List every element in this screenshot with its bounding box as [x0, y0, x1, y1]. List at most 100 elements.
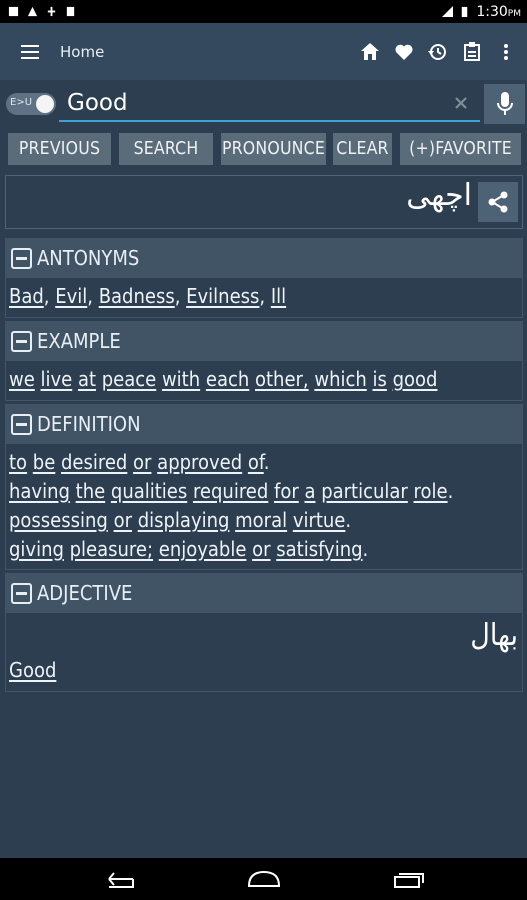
language-toggle[interactable]: E>U: [6, 93, 56, 115]
history-icon: [428, 43, 446, 60]
history-button[interactable]: [422, 32, 453, 72]
section-title: EXAMPLE: [37, 329, 121, 353]
definition-word[interactable]: approved: [157, 450, 242, 474]
voice-input-button[interactable]: [484, 84, 525, 124]
definition-word[interactable]: qualities: [111, 479, 187, 503]
definition-word[interactable]: or: [252, 537, 270, 561]
definition-word[interactable]: or: [133, 450, 151, 474]
usb-icon: [47, 6, 56, 17]
share-button[interactable]: [478, 182, 518, 222]
definition-line: to be desired or approved of.: [9, 450, 270, 474]
definition-word[interactable]: or: [114, 508, 132, 532]
antonym-link[interactable]: Ill: [271, 284, 286, 308]
battery-icon: [462, 6, 468, 17]
signal-icon: [442, 6, 454, 17]
definition-word[interactable]: virtue: [293, 508, 346, 532]
back-icon[interactable]: [103, 869, 135, 889]
definition-line: possessing or displaying moral virtue.: [9, 508, 352, 532]
antonym-link[interactable]: Evil: [55, 284, 87, 308]
definition-word[interactable]: enjoyable: [159, 537, 247, 561]
definition-word[interactable]: giving: [9, 537, 64, 561]
search-input[interactable]: [59, 86, 480, 122]
example-word[interactable]: which: [314, 367, 366, 391]
home-button[interactable]: [354, 32, 385, 72]
section-title: DEFINITION: [37, 412, 141, 436]
hamburger-icon: [21, 44, 39, 59]
action-buttons: PREVIOUS SEARCH PRONOUNCE CLEAR (+)FAVOR…: [0, 133, 527, 165]
definition-word[interactable]: a: [304, 479, 315, 503]
adjective-header[interactable]: ADJECTIVE: [5, 573, 523, 613]
antonym-link[interactable]: Bad: [9, 284, 44, 308]
antonym-link[interactable]: Badness: [99, 284, 175, 308]
page-title: Home: [60, 42, 105, 61]
definition-word[interactable]: moral: [235, 508, 287, 532]
sd-card-icon: [66, 6, 75, 17]
clipboard-icon: [463, 42, 480, 61]
collapse-icon: [11, 247, 32, 269]
result-panel: اچھی: [5, 175, 523, 229]
definition-word[interactable]: the: [76, 479, 106, 503]
definition-word[interactable]: for: [274, 479, 299, 503]
antonym-link[interactable]: Evilness: [186, 284, 259, 308]
urdu-translation: اچھی: [406, 178, 472, 213]
example-word[interactable]: with: [162, 367, 200, 391]
favorites-button[interactable]: [388, 32, 419, 72]
definition-body: to be desired or approved of. having the…: [5, 444, 523, 570]
antonyms-header[interactable]: ANTONYMS: [5, 238, 523, 278]
search-button[interactable]: SEARCH: [119, 133, 213, 165]
example-word[interactable]: good: [393, 367, 438, 391]
example-word[interactable]: we: [9, 367, 35, 391]
definition-word[interactable]: required: [193, 479, 268, 503]
definition-word[interactable]: satisfying: [276, 537, 362, 561]
previous-button[interactable]: PREVIOUS: [8, 133, 111, 165]
collapse-icon: [11, 330, 32, 352]
clear-input-icon[interactable]: [450, 92, 472, 114]
home-icon: [360, 43, 379, 60]
definition-header[interactable]: DEFINITION: [5, 404, 523, 444]
status-time: 1:30PM: [476, 3, 521, 20]
more-vert-icon: [503, 43, 508, 60]
overflow-menu-button[interactable]: [490, 32, 521, 72]
definition-word[interactable]: particular: [321, 479, 408, 503]
definition-line: having the qualities required for a part…: [9, 479, 454, 503]
home-nav-icon[interactable]: [247, 870, 281, 888]
example-header[interactable]: EXAMPLE: [5, 321, 523, 361]
warning-icon: [27, 6, 38, 17]
app-bar: Home: [0, 23, 527, 80]
clipboard-button[interactable]: [456, 32, 487, 72]
example-word[interactable]: other,: [255, 367, 309, 391]
system-nav-bar: [0, 858, 527, 900]
definition-word[interactable]: desired: [61, 450, 127, 474]
example-word[interactable]: is: [373, 367, 387, 391]
definition-word[interactable]: of: [248, 450, 264, 474]
example-body: we live at peace with each other, which …: [5, 361, 523, 401]
collapse-icon: [11, 413, 32, 435]
definition-word[interactable]: to: [9, 450, 27, 474]
share-icon: [488, 191, 508, 213]
favorite-button[interactable]: (+)FAVORITE: [400, 133, 521, 165]
section-title: ADJECTIVE: [37, 581, 133, 605]
pronounce-button[interactable]: PRONOUNCE: [221, 133, 326, 165]
example-word[interactable]: live: [41, 367, 73, 391]
definition-word[interactable]: pleasure;: [70, 537, 153, 561]
clear-button[interactable]: CLEAR: [333, 133, 392, 165]
menu-button[interactable]: [0, 23, 60, 80]
toggle-knob: [36, 95, 54, 113]
recent-apps-icon[interactable]: [393, 869, 425, 889]
adjective-word[interactable]: Good: [9, 658, 56, 682]
definition-line: giving pleasure; enjoyable or satisfying…: [9, 537, 369, 561]
section-title: ANTONYMS: [37, 246, 140, 270]
definition-word[interactable]: displaying: [138, 508, 230, 532]
toggle-label: E>U: [10, 97, 33, 108]
notification-icon: [8, 6, 19, 17]
adjective-urdu: بھال: [470, 618, 518, 653]
definition-word[interactable]: having: [9, 479, 70, 503]
collapse-icon: [11, 582, 32, 604]
example-word[interactable]: each: [206, 367, 249, 391]
definition-word[interactable]: possessing: [9, 508, 108, 532]
adjective-body: بھال Good: [5, 613, 523, 692]
definition-word[interactable]: be: [33, 450, 56, 474]
definition-word[interactable]: role: [414, 479, 448, 503]
example-word[interactable]: at: [78, 367, 96, 391]
example-word[interactable]: peace: [102, 367, 157, 391]
